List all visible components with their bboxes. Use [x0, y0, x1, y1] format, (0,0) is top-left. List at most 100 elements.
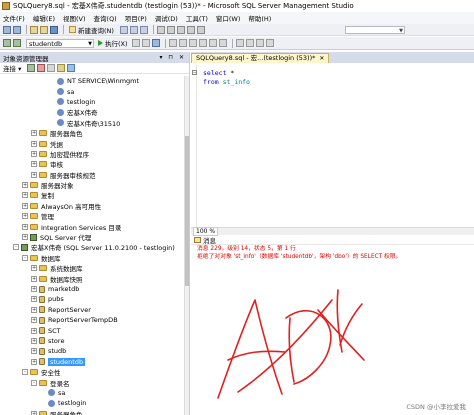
tree-node[interactable]: + ReportServer	[0, 305, 185, 315]
tree-node[interactable]: testlogin	[0, 398, 185, 408]
connect-icon[interactable]	[3, 39, 11, 47]
menu-project[interactable]: 项目(P)	[125, 13, 147, 23]
tree-node[interactable]: + SQL Server 代理	[0, 232, 185, 242]
expand-icon[interactable]: +	[22, 234, 28, 241]
menu-debug[interactable]: 调试(D)	[155, 13, 178, 23]
tree-node[interactable]: + Integration Services 目录	[0, 221, 185, 232]
menu-view[interactable]: 视图(V)	[63, 13, 86, 23]
comment-icon[interactable]	[235, 39, 244, 47]
results-to-file-icon[interactable]	[218, 39, 227, 47]
tree-node[interactable]: NT SERVICE\Winmgmt	[0, 76, 185, 86]
tree-node[interactable]: + 管理	[0, 211, 185, 221]
parse-icon[interactable]	[151, 39, 160, 47]
expand-icon[interactable]: +	[22, 213, 28, 220]
tree-node[interactable]: + 系统数据库	[0, 263, 185, 273]
database-engine-query-icon[interactable]	[119, 25, 128, 34]
menu-query[interactable]: 查询(Q)	[94, 13, 117, 23]
tree-node[interactable]: + 数据库快照	[0, 273, 185, 284]
panel-controls[interactable]: ▾ ⊓ ✕	[159, 54, 186, 61]
collapse-icon[interactable]: -	[13, 244, 19, 251]
change-connection-icon[interactable]	[13, 39, 21, 47]
cancel-query-icon[interactable]	[141, 39, 150, 47]
expand-icon[interactable]: +	[31, 358, 37, 365]
close-icon[interactable]: ✕	[319, 54, 324, 63]
tree-node[interactable]: + studentdb	[0, 357, 185, 367]
code-area[interactable]: − select * from st_info	[191, 65, 474, 227]
menu-edit[interactable]: 编辑(E)	[33, 13, 55, 23]
redo-icon[interactable]	[196, 25, 205, 34]
object-explorer-scrollbar[interactable]	[184, 76, 189, 415]
tree-node[interactable]: + ReportServerTempDB	[0, 315, 185, 325]
expand-icon[interactable]: +	[31, 348, 37, 355]
expand-icon[interactable]: +	[31, 410, 37, 415]
connect-object-explorer-icon[interactable]	[27, 64, 36, 72]
tree-node[interactable]: - 登录名	[0, 377, 185, 388]
outdent-icon[interactable]	[255, 39, 264, 47]
available-databases-select[interactable]: studentdb ▼	[26, 38, 94, 48]
scrollbar-thumb[interactable]	[185, 136, 189, 286]
expand-icon[interactable]: +	[31, 337, 37, 344]
expand-icon[interactable]: +	[31, 286, 37, 292]
tree-node[interactable]: + studb	[0, 346, 185, 356]
tree-node[interactable]: + 服务器对象	[0, 180, 185, 190]
tree-node[interactable]: + 凭据	[0, 138, 185, 149]
expand-icon[interactable]: +	[22, 192, 28, 199]
refresh-icon[interactable]	[67, 64, 76, 72]
intellisense-icon[interactable]	[188, 39, 197, 47]
tree-node[interactable]: + 服务器角色	[0, 409, 185, 415]
expand-icon[interactable]: +	[31, 317, 37, 324]
expand-icon[interactable]: +	[31, 275, 37, 282]
tree-node[interactable]: + 审核	[0, 159, 185, 169]
messages-tab[interactable]: 消息	[191, 236, 474, 245]
uncomment-icon[interactable]	[245, 39, 254, 47]
expand-icon[interactable]: +	[31, 171, 37, 178]
tree-node[interactable]: - 数据库	[0, 253, 185, 263]
indent-icon[interactable]	[265, 39, 274, 47]
collapse-icon[interactable]: −	[192, 70, 197, 75]
tree-node[interactable]: sa	[0, 86, 185, 96]
save-icon[interactable]	[50, 25, 58, 34]
tab-sqlquery8[interactable]: SQLQuery8.sql - 宏...(testlogin (53))* ✕	[191, 53, 330, 63]
tree-node[interactable]: + store	[0, 336, 185, 346]
expand-icon[interactable]: +	[22, 223, 28, 230]
tree-node[interactable]: testlogin	[0, 97, 185, 107]
tree-node[interactable]: 宏基X伟奇\31510	[0, 118, 185, 128]
disconnect-icon[interactable]	[37, 64, 46, 72]
filter-icon[interactable]	[57, 64, 66, 72]
analysis-query-icon[interactable]	[129, 25, 138, 34]
menu-help[interactable]: 帮助(H)	[248, 13, 271, 23]
tree-node[interactable]: 宏基X伟奇	[0, 107, 185, 117]
back-icon[interactable]	[3, 25, 11, 34]
undo-icon[interactable]	[186, 25, 195, 34]
tree-node[interactable]: sa	[0, 388, 185, 398]
menu-tools[interactable]: 工具(T)	[186, 13, 208, 23]
mdx-query-icon[interactable]	[139, 25, 148, 34]
expand-icon[interactable]: +	[31, 265, 37, 272]
open-file-icon[interactable]	[40, 25, 48, 34]
forward-icon[interactable]	[13, 25, 21, 34]
expand-icon[interactable]: +	[22, 202, 28, 209]
expand-icon[interactable]: +	[31, 150, 37, 157]
expand-icon[interactable]: +	[31, 306, 37, 313]
collapse-icon[interactable]: -	[22, 369, 28, 376]
tree-node[interactable]: + 服务器角色	[0, 128, 185, 138]
tree-node[interactable]: + 服务器审核规范	[0, 170, 185, 180]
menu-window[interactable]: 窗口(W)	[216, 13, 241, 23]
expand-icon[interactable]: +	[31, 140, 37, 147]
tree-node[interactable]: + 复制	[0, 190, 185, 200]
display-plan-icon[interactable]	[168, 39, 177, 47]
tree-node[interactable]: + AlwaysOn 高可用性	[0, 201, 185, 211]
cut-icon[interactable]	[156, 25, 165, 34]
query-options-icon[interactable]	[178, 39, 187, 47]
execute-button[interactable]: 执行(X)	[98, 38, 128, 48]
results-to-grid-icon[interactable]	[208, 39, 217, 47]
expand-icon[interactable]: +	[31, 327, 37, 334]
expand-icon[interactable]: +	[31, 296, 37, 303]
new-query-button[interactable]: 新建查询(N)	[69, 25, 114, 35]
paste-icon[interactable]	[176, 25, 185, 34]
tree-node[interactable]: - 宏基X伟奇 (SQL Server 11.0.2100 - testlogin…	[0, 242, 185, 252]
collapse-icon[interactable]: -	[22, 254, 28, 261]
expand-icon[interactable]: +	[22, 182, 28, 189]
menu-file[interactable]: 文件(F)	[3, 13, 25, 23]
tree-node[interactable]: + marketdb	[0, 284, 185, 294]
